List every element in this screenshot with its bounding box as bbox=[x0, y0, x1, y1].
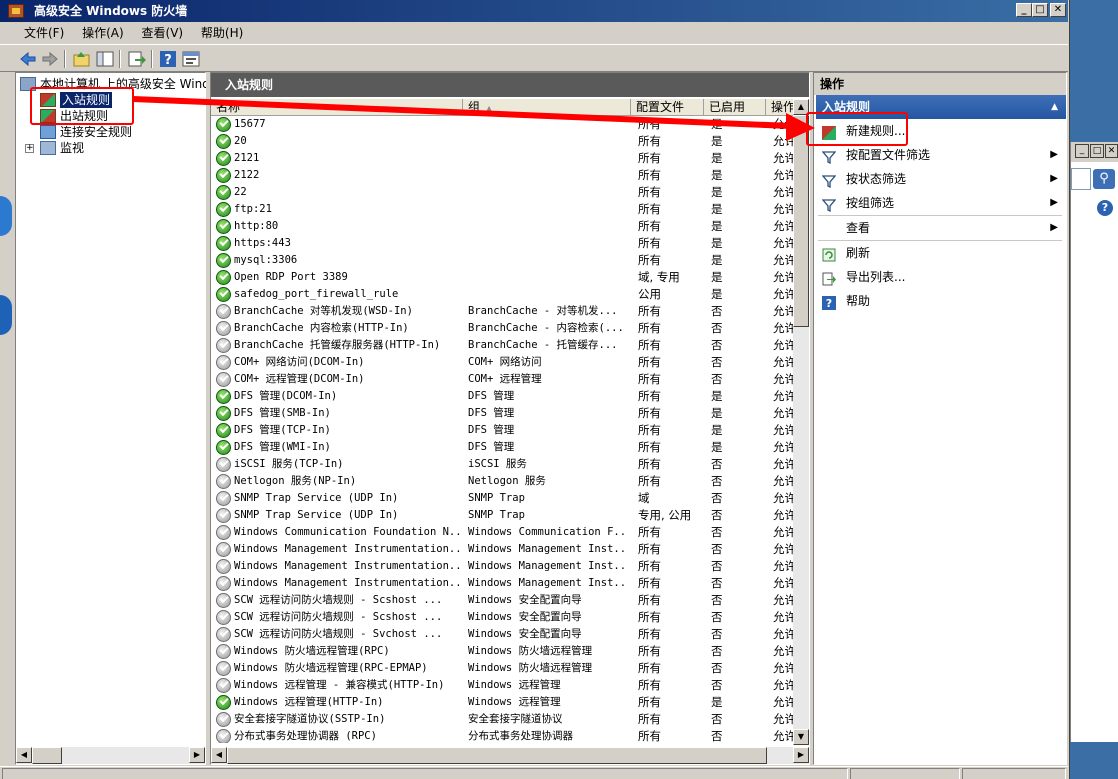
annotation-arrow bbox=[132, 96, 815, 141]
